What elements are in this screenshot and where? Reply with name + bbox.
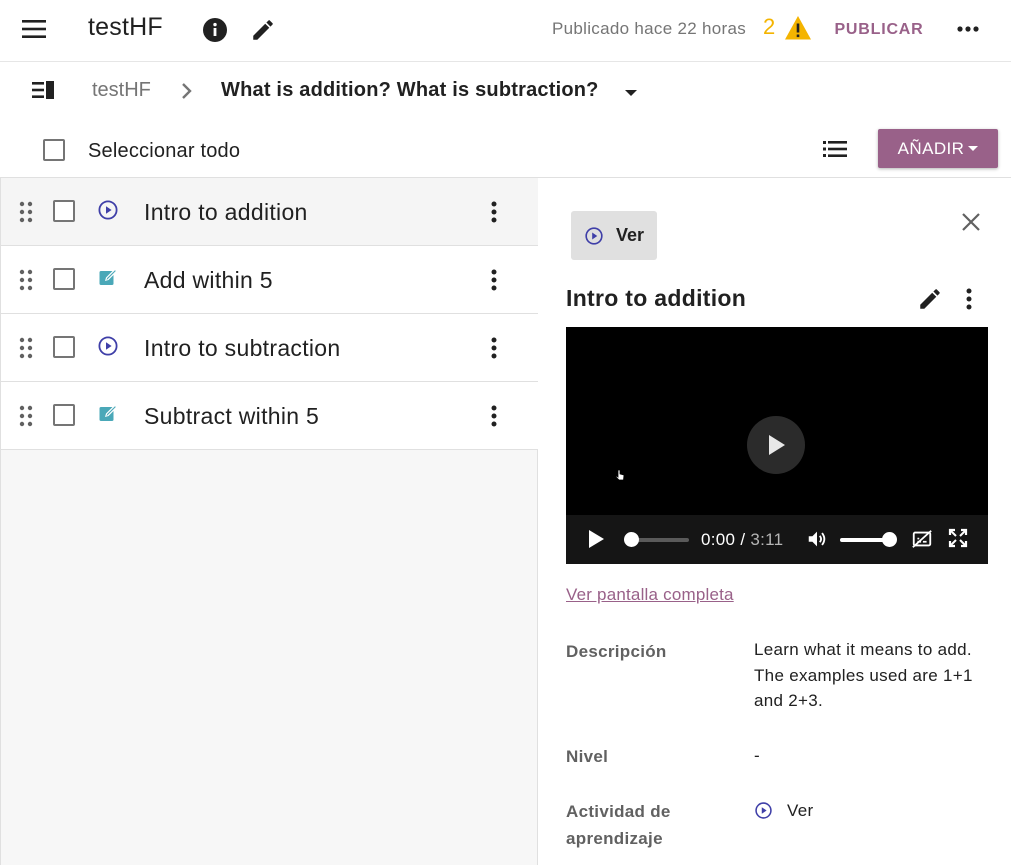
- node-list: Intro to addition Add within 5 Intro to …: [0, 178, 538, 865]
- row-checkbox[interactable]: [53, 200, 75, 222]
- video-icon: [585, 226, 603, 245]
- time-display: 0:00 / 3:11: [701, 530, 784, 549]
- activity-value: Ver: [754, 798, 994, 824]
- video-icon: [97, 335, 121, 359]
- breadcrumb: testHF What is addition? What is subtrac…: [0, 62, 1011, 120]
- node-title[interactable]: Add within 5: [144, 267, 273, 294]
- publish-button[interactable]: PUBLICAR: [828, 16, 930, 44]
- video-player[interactable]: 0:00 / 3:11: [566, 327, 988, 564]
- published-status: Publicado hace 22 horas: [552, 19, 747, 38]
- captions-off-icon[interactable]: [911, 528, 933, 550]
- warning-count[interactable]: 2: [763, 14, 775, 40]
- level-label: Nivel: [566, 747, 609, 766]
- list-item[interactable]: Subtract within 5: [1, 382, 538, 450]
- row-checkbox[interactable]: [53, 336, 75, 358]
- volume-icon[interactable]: [806, 528, 828, 550]
- volume-thumb[interactable]: [882, 532, 897, 547]
- pointer-cursor-icon: [615, 468, 625, 481]
- list-item[interactable]: Intro to addition: [1, 178, 538, 246]
- breadcrumb-root-link[interactable]: testHF: [92, 79, 151, 102]
- level-value: -: [754, 746, 760, 765]
- play-icon[interactable]: [587, 529, 605, 549]
- list-item[interactable]: Add within 5: [1, 246, 538, 314]
- activity-label: Actividad de aprendizaje: [566, 802, 671, 848]
- warning-icon[interactable]: [784, 15, 812, 41]
- description-label: Descripción: [566, 642, 667, 661]
- list-item[interactable]: Intro to subtraction: [1, 314, 538, 382]
- close-icon[interactable]: [959, 210, 983, 234]
- more-vertical-icon[interactable]: [481, 402, 507, 430]
- more-vertical-icon[interactable]: [481, 334, 507, 362]
- video-icon: [755, 802, 772, 819]
- chevron-right-icon: [178, 80, 196, 102]
- volume-bar[interactable]: [840, 538, 888, 542]
- detail-title: Intro to addition: [566, 285, 747, 311]
- info-icon[interactable]: [199, 14, 231, 46]
- selection-toolbar: Seleccionar todo AÑADIR: [0, 120, 1011, 178]
- current-time: 0:00: [701, 530, 736, 549]
- toggle-tree-icon[interactable]: [30, 79, 58, 105]
- more-vertical-icon[interactable]: [481, 198, 507, 226]
- app-bar: testHF Publicado hace 22 horas 2 PUBLICA…: [0, 0, 1011, 62]
- caret-down-icon[interactable]: [618, 80, 644, 104]
- video-icon: [97, 199, 121, 223]
- add-button[interactable]: AÑADIR: [878, 129, 998, 168]
- select-all-label[interactable]: Seleccionar todo: [88, 140, 240, 163]
- more-vertical-icon[interactable]: [956, 285, 982, 313]
- node-title[interactable]: Subtract within 5: [144, 403, 319, 430]
- kind-chip-label: Ver: [616, 225, 645, 245]
- exercise-icon: [97, 267, 121, 291]
- edit-icon[interactable]: [916, 285, 944, 313]
- caret-down-icon: [968, 145, 979, 151]
- node-title[interactable]: Intro to subtraction: [144, 335, 341, 362]
- kind-chip: Ver: [571, 211, 657, 260]
- fullscreen-icon[interactable]: [948, 528, 968, 548]
- row-checkbox[interactable]: [53, 404, 75, 426]
- edit-channel-icon[interactable]: [246, 13, 280, 47]
- node-title[interactable]: Intro to addition: [144, 199, 308, 226]
- description-value: Learn what it means to add. The examples…: [754, 640, 973, 710]
- add-button-label: AÑADIR: [897, 138, 965, 158]
- menu-icon[interactable]: [16, 13, 52, 45]
- big-play-icon[interactable]: [747, 416, 805, 474]
- activity-value-label: Ver: [787, 801, 814, 820]
- row-checkbox[interactable]: [53, 268, 75, 290]
- drag-handle-icon[interactable]: [18, 405, 34, 427]
- channel-title: testHF: [88, 13, 163, 41]
- more-options-icon[interactable]: [950, 13, 986, 45]
- fullscreen-link[interactable]: Ver pantalla completa: [566, 585, 734, 605]
- drag-handle-icon[interactable]: [18, 201, 34, 223]
- player-controls: 0:00 / 3:11: [566, 515, 988, 564]
- exercise-icon: [97, 403, 121, 427]
- select-all-checkbox[interactable]: [43, 139, 65, 161]
- more-vertical-icon[interactable]: [481, 266, 507, 294]
- duration: 3:11: [750, 530, 784, 549]
- details-panel: Ver Intro to addition 0:00 / 3:11 Ver pa…: [538, 178, 1011, 865]
- list-view-icon[interactable]: [820, 134, 850, 164]
- drag-handle-icon[interactable]: [18, 337, 34, 359]
- seek-thumb[interactable]: [624, 532, 639, 547]
- drag-handle-icon[interactable]: [18, 269, 34, 291]
- breadcrumb-current: What is addition? What is subtraction?: [221, 79, 599, 101]
